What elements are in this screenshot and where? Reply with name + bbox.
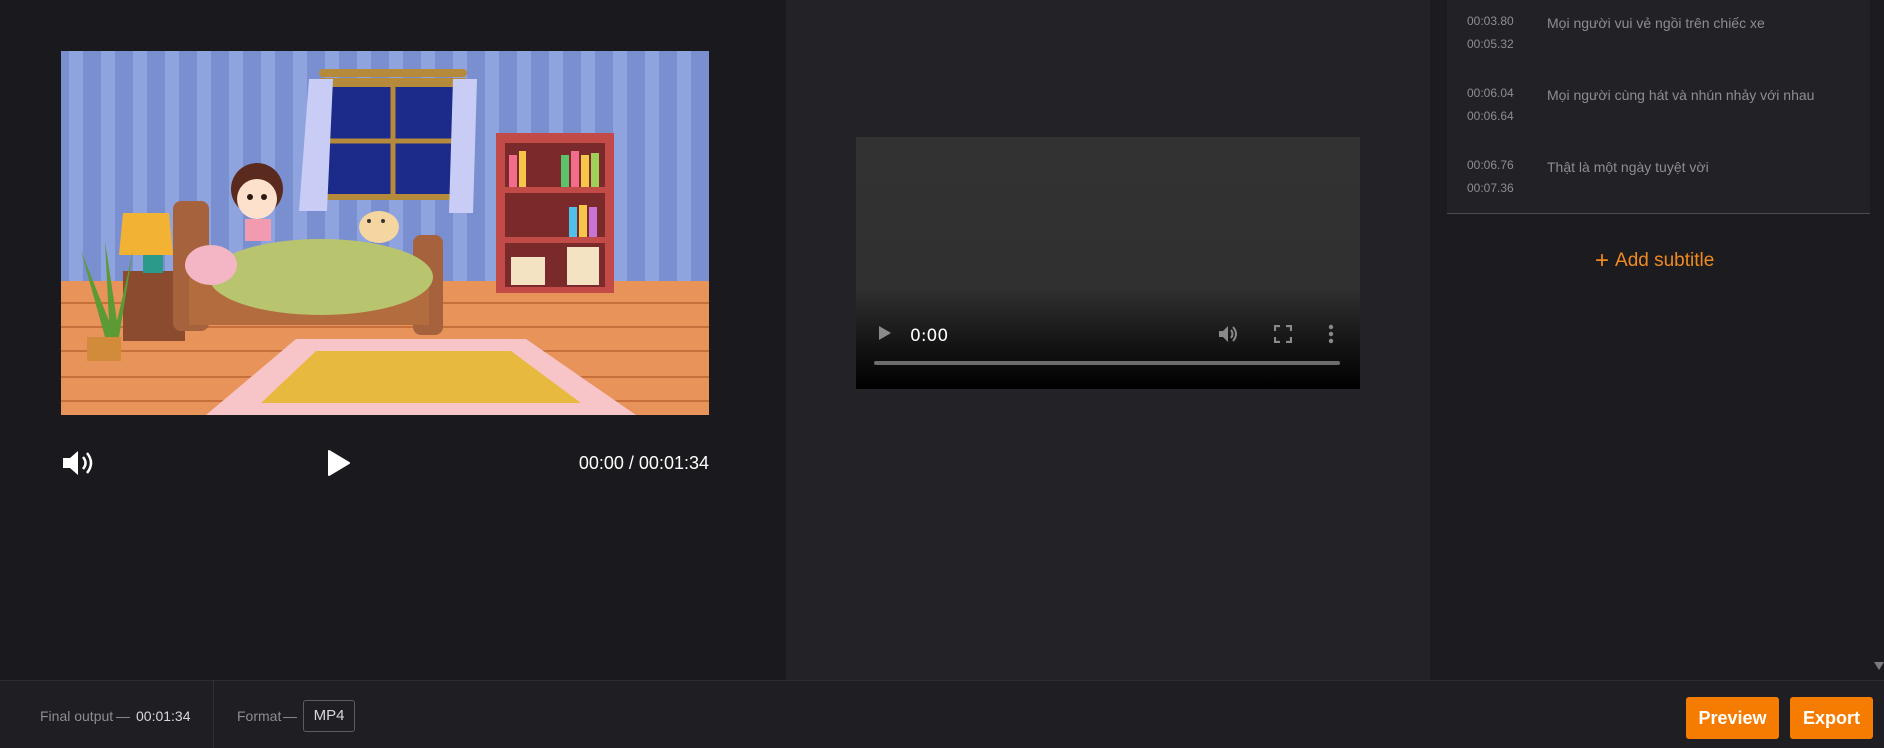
preview-time: 0:00 bbox=[910, 326, 949, 346]
volume-icon[interactable] bbox=[1218, 325, 1240, 343]
separator-dash: — bbox=[283, 708, 297, 724]
footer-bar: Final output — 00:01:34 Format — MP4 Pre… bbox=[0, 680, 1884, 748]
subtitle-item[interactable]: 00:06.04 00:06.64 Mọi người cùng hát và … bbox=[1447, 72, 1870, 136]
add-subtitle-button[interactable]: + Add subtitle bbox=[1595, 245, 1715, 274]
subtitle-item[interactable]: 00:03.80 00:05.32 Mọi người vui vẻ ngồi … bbox=[1447, 0, 1870, 64]
preview-progress-bar[interactable] bbox=[874, 361, 1340, 365]
final-output-duration: 00:01:34 bbox=[136, 708, 191, 724]
final-output-label: Final output bbox=[40, 708, 114, 724]
subtitle-start-time: 00:03.80 bbox=[1467, 14, 1514, 28]
subtitle-end-time: 00:05.32 bbox=[1467, 37, 1514, 51]
format-label: Format bbox=[237, 708, 282, 724]
more-vert-icon[interactable] bbox=[1328, 324, 1334, 344]
timecode-display: 00:00 / 00:01:34 bbox=[578, 453, 709, 473]
subtitle-start-time: 00:06.04 bbox=[1467, 86, 1514, 100]
plus-icon: + bbox=[1595, 247, 1610, 274]
subtitle-panel: 00:03.80 00:05.32 Mọi người vui vẻ ngồi … bbox=[1430, 0, 1884, 680]
format-select[interactable]: MP4 bbox=[303, 700, 355, 732]
editor-panel: 00:00 / 00:01:34 bbox=[0, 0, 786, 680]
subtitle-item[interactable]: 00:06.76 00:07.36 Thật là một ngày tuyệt… bbox=[1447, 144, 1870, 208]
fullscreen-icon[interactable] bbox=[1273, 324, 1293, 344]
preview-video-player[interactable]: 0:00 bbox=[856, 137, 1360, 389]
add-subtitle-label: Add subtitle bbox=[1615, 250, 1715, 271]
preview-button[interactable]: Preview bbox=[1686, 697, 1779, 739]
subtitle-start-time: 00:06.76 bbox=[1467, 158, 1514, 172]
cartoon-bedroom-thumbnail bbox=[61, 51, 709, 415]
separator-dash: — bbox=[116, 708, 130, 724]
preview-panel: 0:00 bbox=[786, 0, 1430, 680]
footer-divider bbox=[213, 681, 214, 748]
subtitle-text: Mọi người cùng hát và nhún nhảy với nhau bbox=[1547, 87, 1815, 103]
subtitle-text: Thật là một ngày tuyệt vời bbox=[1547, 159, 1709, 175]
subtitle-end-time: 00:07.36 bbox=[1467, 181, 1514, 195]
subtitle-end-time: 00:06.64 bbox=[1467, 109, 1514, 123]
export-button[interactable]: Export bbox=[1790, 697, 1873, 739]
play-icon[interactable] bbox=[878, 325, 892, 341]
scroll-down-arrow-icon[interactable] bbox=[1874, 662, 1884, 670]
speaker-volume-icon[interactable] bbox=[61, 448, 99, 478]
video-canvas[interactable] bbox=[61, 51, 709, 415]
subtitle-list: 00:03.80 00:05.32 Mọi người vui vẻ ngồi … bbox=[1447, 0, 1870, 214]
player-controls: 00:00 / 00:01:34 bbox=[61, 444, 709, 484]
subtitle-text: Mọi người vui vẻ ngồi trên chiếc xe bbox=[1547, 15, 1765, 31]
play-icon[interactable] bbox=[325, 448, 353, 478]
video-subtitle-editor: 00:00 / 00:01:34 0:00 00:03.80 00:05.32 … bbox=[0, 0, 1884, 748]
